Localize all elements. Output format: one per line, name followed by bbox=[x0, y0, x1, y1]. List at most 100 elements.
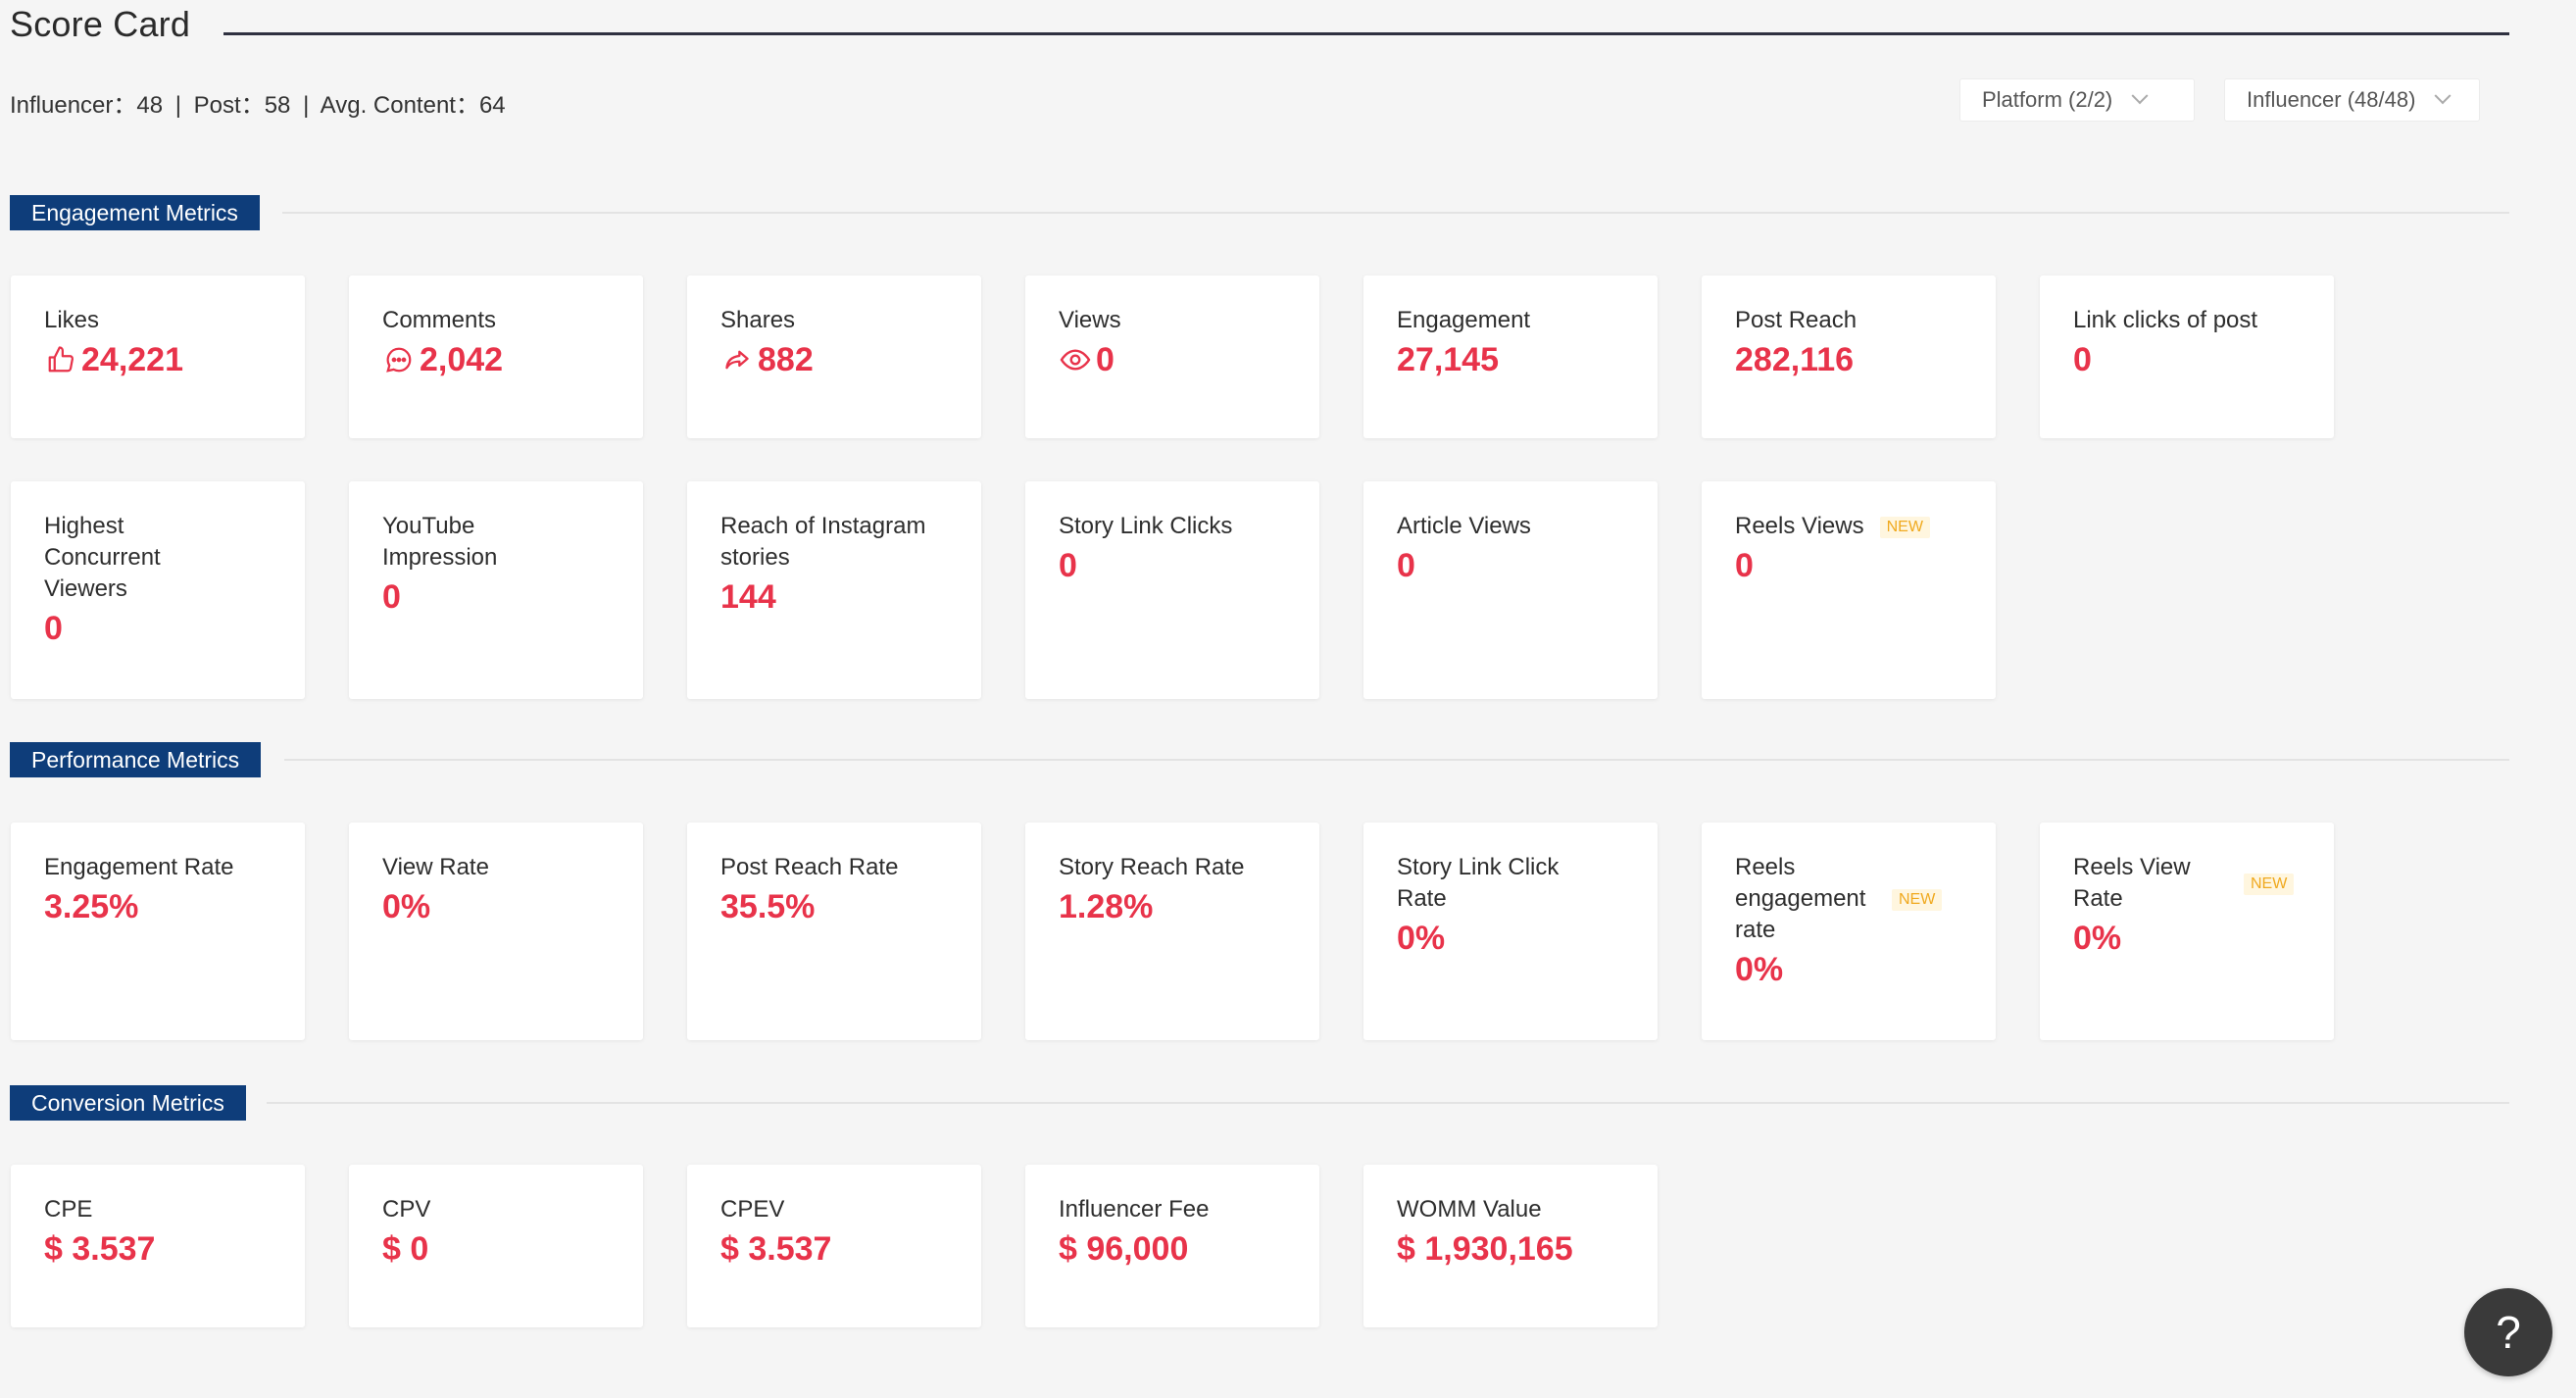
metric-label: Reach of Instagram stories bbox=[720, 513, 926, 571]
metric-label: Reels Views bbox=[1735, 513, 1864, 539]
metric-label: Likes bbox=[44, 307, 100, 333]
metric-card-reels-view-rate: Reels View Rate NEW 0% bbox=[2040, 823, 2334, 1040]
metric-value: 0% bbox=[1735, 951, 1784, 988]
metric-label: Reels engagement rate bbox=[1735, 854, 1866, 943]
share-icon bbox=[720, 343, 754, 376]
metric-label: Highest Concurrent Viewers bbox=[44, 513, 161, 602]
metric-card-article-views: Article Views 0 bbox=[1363, 481, 1658, 699]
metric-card-influencer-fee: Influencer Fee $ 96,000 bbox=[1025, 1165, 1319, 1327]
section-divider bbox=[267, 1102, 2509, 1104]
summary-separator: | bbox=[303, 92, 310, 119]
title-divider bbox=[223, 32, 2509, 35]
metric-value: $ 96,000 bbox=[1059, 1230, 1189, 1268]
summary-post: Post：58 bbox=[193, 92, 291, 119]
metric-label: Story Link Click Rate bbox=[1397, 854, 1560, 912]
metric-value: 2,042 bbox=[382, 338, 610, 381]
metric-value: 144 bbox=[720, 578, 776, 616]
metric-label: CPEV bbox=[720, 1196, 785, 1223]
metric-label: Story Link Clicks bbox=[1059, 513, 1233, 539]
metric-label: Influencer Fee bbox=[1059, 1196, 1210, 1223]
metric-value: 0 bbox=[1735, 547, 1754, 584]
metric-value: $ 3.537 bbox=[720, 1230, 832, 1268]
metric-value: 0 bbox=[44, 610, 63, 647]
metric-card-post-reach: Post Reach 282,116 bbox=[1702, 275, 1996, 438]
metric-value: 35.5% bbox=[720, 888, 816, 925]
section-divider bbox=[282, 212, 2509, 214]
metric-value: $ 3.537 bbox=[44, 1230, 156, 1268]
metric-label: Reels View Rate bbox=[2073, 854, 2191, 912]
platform-dropdown[interactable]: Platform (2/2) bbox=[1959, 78, 2195, 122]
metric-card-comments: Comments 2,042 bbox=[349, 275, 643, 438]
summary-avg-content: Avg. Content：64 bbox=[320, 92, 506, 119]
summary-influencer: Influencer：48 bbox=[10, 92, 164, 119]
metric-label: Shares bbox=[720, 307, 796, 333]
metric-value: 282,116 bbox=[1735, 341, 1855, 378]
new-badge: NEW bbox=[1879, 517, 1930, 538]
metric-value: 0% bbox=[382, 888, 431, 925]
platform-dropdown-label: Platform (2/2) bbox=[1982, 87, 2113, 112]
metric-label: Engagement bbox=[1397, 307, 1531, 333]
metric-label: Post Reach bbox=[1735, 307, 1858, 333]
metric-value: 1.28% bbox=[1059, 888, 1154, 925]
metric-label: YouTube Impression bbox=[382, 513, 498, 571]
chevron-down-icon bbox=[2434, 87, 2452, 105]
metric-label: Story Reach Rate bbox=[1059, 854, 1245, 880]
metric-label-row: Reels Views NEW bbox=[1735, 511, 1962, 542]
chevron-down-icon bbox=[2131, 87, 2149, 105]
metric-value: $ 0 bbox=[382, 1230, 429, 1268]
summary-separator: | bbox=[174, 92, 181, 119]
metric-label: View Rate bbox=[382, 854, 489, 880]
section-label-performance: Performance Metrics bbox=[10, 742, 262, 777]
metric-label-row: Reels engagement rate NEW bbox=[1735, 852, 1962, 946]
metric-card-story-link-clicks: Story Link Clicks 0 bbox=[1025, 481, 1319, 699]
new-badge: NEW bbox=[1892, 889, 1943, 911]
metric-value: 0 bbox=[1059, 547, 1077, 584]
metric-value: 882 bbox=[720, 338, 948, 381]
page-title: Score Card bbox=[10, 4, 191, 44]
metric-card-engagement-rate: Engagement Rate 3.25% bbox=[11, 823, 305, 1040]
metric-value: 0% bbox=[1397, 920, 1446, 957]
metric-card-cpv: CPV $ 0 bbox=[349, 1165, 643, 1327]
metric-card-story-link-click-rate: Story Link Click Rate 0% bbox=[1363, 823, 1658, 1040]
metric-card-likes: Likes 24,221 bbox=[11, 275, 305, 438]
metric-card-view-rate: View Rate 0% bbox=[349, 823, 643, 1040]
metric-card-post-reach-rate: Post Reach Rate 35.5% bbox=[687, 823, 981, 1040]
section-label-engagement: Engagement Metrics bbox=[10, 195, 260, 230]
comment-icon bbox=[382, 343, 416, 376]
metric-card-story-reach-rate: Story Reach Rate 1.28% bbox=[1025, 823, 1319, 1040]
metric-card-reels-engagement-rate: Reels engagement rate NEW 0% bbox=[1702, 823, 1996, 1040]
metric-card-engagement: Engagement 27,145 bbox=[1363, 275, 1658, 438]
metric-value: 0 bbox=[382, 578, 401, 616]
metric-value: 3.25% bbox=[44, 888, 139, 925]
metric-label: Engagement Rate bbox=[44, 854, 234, 880]
thumbs-up-icon bbox=[44, 343, 77, 376]
new-badge: NEW bbox=[2244, 874, 2295, 895]
influencer-dropdown[interactable]: Influencer (48/48) bbox=[2224, 78, 2480, 122]
section-divider bbox=[284, 759, 2509, 761]
metric-label: Comments bbox=[382, 307, 497, 333]
metric-card-instagram-story-reach: Reach of Instagram stories 144 bbox=[687, 481, 981, 699]
metric-card-shares: Shares 882 bbox=[687, 275, 981, 438]
help-button[interactable]: ? bbox=[2464, 1288, 2552, 1376]
metric-card-reels-views: Reels Views NEW 0 bbox=[1702, 481, 1996, 699]
metric-card-womm-value: WOMM Value $ 1,930,165 bbox=[1363, 1165, 1658, 1327]
metric-label: Link clicks of post bbox=[2073, 307, 2258, 333]
metric-card-link-clicks: Link clicks of post 0 bbox=[2040, 275, 2334, 438]
metric-value: 0 bbox=[1397, 547, 1415, 584]
summary-line: Influencer：48 | Post：58 | Avg. Content：6… bbox=[10, 85, 506, 120]
metric-label: Views bbox=[1059, 307, 1121, 333]
metric-value: 0% bbox=[2073, 920, 2122, 957]
metric-label: WOMM Value bbox=[1397, 1196, 1542, 1223]
metric-card-cpev: CPEV $ 3.537 bbox=[687, 1165, 981, 1327]
metric-value: 0 bbox=[2073, 341, 2092, 378]
metric-value: 27,145 bbox=[1397, 341, 1499, 378]
metric-label-row: Reels View Rate NEW bbox=[2073, 852, 2301, 915]
metric-card-views: Views 0 bbox=[1025, 275, 1319, 438]
section-label-conversion: Conversion Metrics bbox=[10, 1085, 246, 1121]
metric-card-youtube-impression: YouTube Impression 0 bbox=[349, 481, 643, 699]
influencer-dropdown-label: Influencer (48/48) bbox=[2247, 87, 2416, 112]
metric-label: CPE bbox=[44, 1196, 93, 1223]
metric-label: Article Views bbox=[1397, 513, 1531, 539]
metric-label: CPV bbox=[382, 1196, 431, 1223]
metric-value: 24,221 bbox=[44, 338, 272, 381]
